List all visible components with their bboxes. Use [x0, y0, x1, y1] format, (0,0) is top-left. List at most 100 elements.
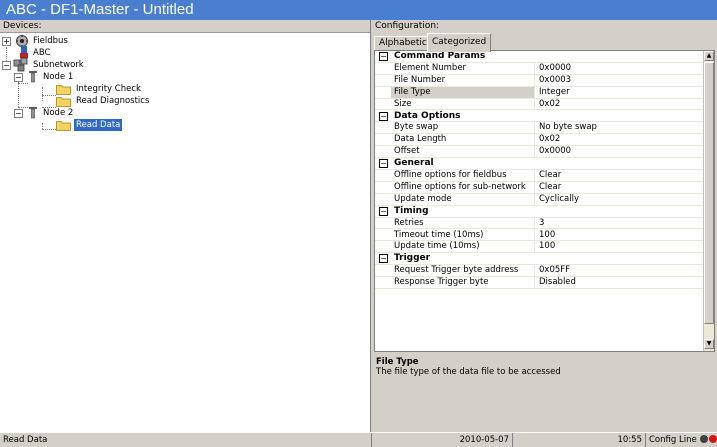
property-name: Timeout time (10ms)	[391, 229, 535, 241]
property-value[interactable]: 0x02	[536, 99, 560, 110]
status-mode: Config Line	[649, 435, 697, 445]
collapse-subnetwork-button[interactable]: −	[2, 61, 11, 70]
tree-item-label: ABC	[33, 48, 51, 58]
property-value[interactable]: 100	[536, 241, 555, 252]
property-name: Update mode	[391, 193, 535, 205]
tree-line	[18, 83, 28, 84]
scroll-up-button[interactable]: ▲	[704, 51, 714, 61]
property-name: Request Trigger byte address	[391, 265, 535, 277]
property-value[interactable]: 0x0000	[536, 146, 571, 157]
tree-line	[42, 129, 56, 130]
property-value[interactable]: Disabled	[536, 277, 576, 288]
property-row[interactable]: File Number 0x0003	[375, 74, 704, 87]
tree-item-label: Subnetwork	[33, 60, 84, 70]
tab-alphabetic[interactable]: Alphabetic	[374, 36, 432, 51]
property-row[interactable]: Offline options for fieldbus Clear	[375, 170, 704, 182]
tree-item-label: Read Data	[74, 119, 123, 131]
collapse-category-button[interactable]: −	[379, 111, 388, 121]
property-row[interactable]: Timeout time (10ms) 100	[375, 229, 704, 242]
property-row[interactable]: Response Trigger byte Disabled	[375, 277, 704, 289]
status-selection: Read Data	[0, 433, 372, 447]
property-name: Offset	[391, 146, 535, 158]
property-category-label: General	[394, 158, 434, 169]
property-category[interactable]: − General	[375, 158, 704, 170]
tree-line	[42, 95, 56, 96]
devices-label: Devices:	[0, 20, 370, 33]
configuration-label: Configuration:	[375, 21, 440, 31]
property-category-label: Trigger	[394, 253, 431, 264]
device-tree: + Fieldbus ABC − Subnetwork − Node 1 Int…	[0, 33, 370, 431]
status-mode-cell: Config Line	[646, 433, 717, 447]
property-value[interactable]: Clear	[536, 170, 561, 181]
property-name: File Number	[391, 74, 535, 86]
property-value[interactable]: 0x02	[536, 134, 560, 145]
scroll-thumb[interactable]	[704, 62, 714, 324]
property-value[interactable]: 100	[536, 230, 555, 241]
description-text: The file type of the data file to be acc…	[376, 367, 561, 377]
property-row[interactable]: Retries 3	[375, 217, 704, 230]
window-title: ABC - DF1-Master - Untitled	[0, 0, 717, 20]
folder-icon	[56, 85, 71, 95]
collapse-node2-button[interactable]: −	[14, 109, 23, 118]
status-bar: Read Data 2010-05-07 10:55 Config Line	[0, 432, 717, 447]
folder-icon	[56, 121, 71, 131]
property-value[interactable]: No byte swap	[536, 122, 597, 133]
tab-categorized[interactable]: Categorized	[427, 33, 492, 52]
property-name: Byte swap	[391, 122, 535, 134]
collapse-category-button[interactable]: −	[379, 206, 388, 216]
property-value[interactable]: 3	[536, 218, 544, 229]
property-row[interactable]: Byte swap No byte swap	[375, 122, 704, 135]
node-icon	[29, 107, 37, 119]
collapse-category-button[interactable]: −	[379, 254, 388, 264]
property-category-label: Timing	[394, 205, 429, 216]
tree-line	[42, 87, 43, 101]
property-row[interactable]: Data Length 0x02	[375, 134, 704, 147]
property-row[interactable]: Update mode Cyclically	[375, 193, 704, 206]
property-category[interactable]: − Command Params	[375, 51, 704, 63]
subnetwork-icon	[13, 57, 28, 72]
property-row[interactable]: Offset 0x0000	[375, 146, 704, 159]
status-led-icon	[700, 435, 709, 443]
property-row[interactable]: File Type Integer	[375, 86, 704, 99]
property-name: Response Trigger byte	[391, 277, 535, 289]
property-name: Retries	[391, 217, 535, 229]
property-value[interactable]: Clear	[536, 182, 561, 193]
property-value[interactable]: 0x0000	[536, 63, 571, 74]
configuration-panel: Configuration: Alphabetic Categorized − C…	[372, 20, 717, 432]
config-tabs: Alphabetic Categorized	[374, 33, 714, 52]
property-name: Update time (10ms)	[391, 241, 535, 253]
status-time: 10:55	[513, 433, 646, 447]
tree-item-label: Node 1	[43, 72, 74, 82]
collapse-category-button[interactable]: −	[379, 52, 388, 61]
property-category[interactable]: − Timing	[375, 205, 704, 218]
property-row[interactable]: Update time (10ms) 100	[375, 241, 704, 254]
property-grid: − Command Params Element Number 0x0000 File …	[374, 50, 715, 352]
property-row[interactable]: Request Trigger byte address 0x05FF	[375, 265, 704, 278]
property-name: Offline options for fieldbus	[391, 170, 535, 181]
collapse-category-button[interactable]: −	[379, 159, 388, 169]
description-pane: File Type The file type of the data file…	[374, 354, 715, 432]
property-row[interactable]: Size 0x02	[375, 98, 704, 111]
collapse-node1-button[interactable]: −	[14, 73, 23, 82]
property-grid-scrollbar[interactable]: ▲ ▼	[703, 51, 714, 351]
folder-icon	[56, 97, 71, 107]
property-category-label: Data Options	[394, 110, 461, 121]
scroll-down-button[interactable]: ▼	[704, 339, 714, 349]
property-value[interactable]: 0x0003	[536, 75, 571, 86]
property-value[interactable]: Cyclically	[536, 194, 579, 205]
tree-item-label: Node 2	[43, 108, 74, 118]
property-row[interactable]: Element Number 0x0000	[375, 62, 704, 75]
description-title: File Type	[376, 357, 419, 367]
expand-fieldbus-button[interactable]: +	[2, 37, 11, 46]
property-row[interactable]: Offline options for sub-network Clear	[375, 181, 704, 194]
property-name: Offline options for sub-network	[391, 181, 535, 193]
property-value[interactable]: 0x05FF	[536, 265, 570, 276]
status-led-icon	[709, 435, 717, 443]
property-name: Data Length	[391, 134, 535, 146]
status-date: 2010-05-07	[372, 433, 513, 447]
tree-item-label: Read Diagnostics	[76, 96, 150, 106]
property-category[interactable]: − Data Options	[375, 110, 704, 123]
property-category[interactable]: − Trigger	[375, 253, 704, 266]
property-category-label: Command Params	[394, 51, 486, 61]
property-value[interactable]: Integer	[536, 87, 570, 98]
